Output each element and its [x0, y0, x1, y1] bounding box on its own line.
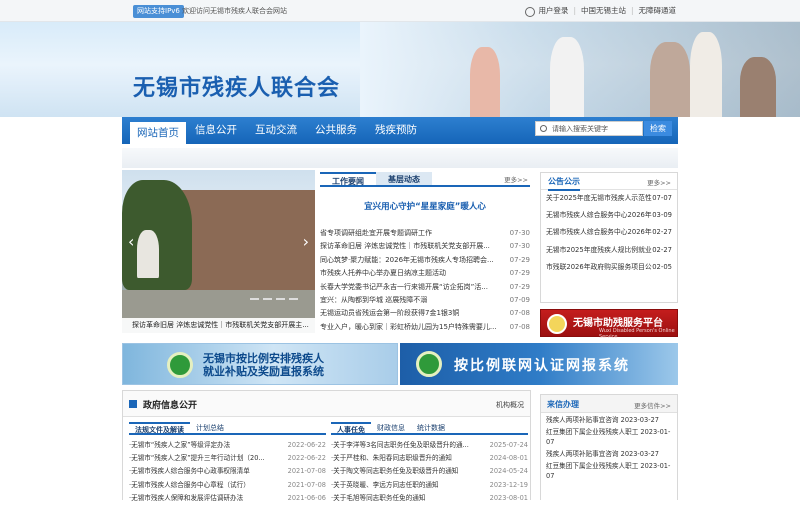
service-platform-title: 无锡市助残服务平台 — [573, 318, 663, 329]
notice-panel: 公告公示 更多>> 关于2025年度无锡市残疾人示范性 07-07 无锡市残疾人综… — [540, 172, 678, 303]
top-links: 用户登录 | 中国无锡主站 | 无障碍通道 — [525, 4, 676, 18]
list-item[interactable]: ·关于毛旭等同志职务任免的通知 2023-08-01 — [331, 492, 528, 505]
top-bar: 网站支持IPv6 欢迎访问无锡市残疾人联合会网站 用户登录 | 中国无锡主站 |… — [0, 0, 800, 22]
list-item[interactable]: ·无锡市“残疾人之家”等级评定办法 2022-06-22 — [129, 439, 326, 452]
list-item[interactable]: 无锡运动员省残运会第一阶段获得7金1银3铜 07-08 — [320, 307, 530, 320]
header-banner: 无锡市残疾人联合会 — [0, 22, 800, 117]
gov-left-column: 法规文件及解读 计划总结 ·无锡市“残疾人之家”等级评定办法 2022-06-22… — [129, 422, 326, 505]
list-item[interactable]: 残疾人两项补贴事宜咨询 2023-03-27 — [541, 447, 677, 459]
gov-info-header: 政府信息公开 机构概况 — [123, 391, 530, 417]
search-placeholder: 请输入搜索关键字 — [552, 124, 608, 133]
letters-header: 来信办理 更多信件>> — [541, 395, 677, 413]
list-item[interactable]: ·无锡市残疾人综合服务中心政事权限清单 2021-07-08 — [129, 465, 326, 478]
slide-photo-statue — [137, 230, 159, 278]
gov-left-tabs: 法规文件及解读 计划总结 — [129, 422, 326, 435]
header-photo — [360, 22, 800, 117]
service-platform-subtitle: Wuxi Disabled Person's Online Service — [599, 328, 675, 340]
list-item[interactable]: 无锡市2025年度残疾人规比例就业 02-27 — [541, 242, 677, 259]
next-arrow-icon[interactable]: › — [303, 232, 309, 251]
nav-info-disclosure[interactable]: 信息公开 — [186, 117, 246, 144]
slider-dots[interactable] — [250, 298, 298, 300]
list-item[interactable]: ·关于严桂和、朱阳春同志职级晋升的通知 2024-08-01 — [331, 452, 528, 465]
tab-regulations[interactable]: 法规文件及解读 — [129, 422, 190, 434]
site-logo[interactable]: 无锡市残疾人联合会 — [133, 70, 340, 102]
nav-interaction[interactable]: 互动交流 — [246, 117, 306, 144]
list-item[interactable]: 无锡市残疾人综合服务中心2026年 03-09 — [541, 207, 677, 224]
news-headline[interactable]: 宜兴用心守护“星星家庭”暖人心 — [320, 200, 530, 212]
list-item[interactable]: 无锡市残疾人综合服务中心2026年 02-27 — [541, 224, 677, 241]
service-platform-banner[interactable]: 无锡市助残服务平台 Wuxi Disabled Person's Online … — [540, 309, 678, 340]
photo-slider[interactable]: ‹ › 探访革命旧居 淬炼忠诚党性｜市残联机关党支部开展主... — [122, 170, 315, 333]
employment-subsidy-banner[interactable]: 无锡市按比例安排残疾人 就业补贴及奖励直报系统 — [122, 343, 398, 385]
slide-photo-ground — [122, 290, 315, 320]
accessibility-link[interactable]: 无障碍通道 — [639, 4, 677, 18]
list-item[interactable]: ·关于陶文等同志职务任免及职级晋升的通知 2024-05-24 — [331, 465, 528, 478]
list-item[interactable]: ·关于李洋等3名同志职务任免及职级晋升的通... 2025-07-24 — [331, 439, 528, 452]
ipv6-badge: 网站支持IPv6 — [133, 5, 184, 18]
news-more-link[interactable]: 更多>> — [504, 174, 528, 184]
list-item[interactable]: ·无锡市残疾人综合服务中心章程（试行） 2021-07-08 — [129, 479, 326, 492]
prev-arrow-icon[interactable]: ‹ — [128, 232, 134, 251]
gov-info-title[interactable]: 政府信息公开 — [143, 398, 197, 411]
gov-right-column: 人事任免 财政信息 统计数据 ·关于李洋等3名同志职务任免及职级晋升的通... 2… — [331, 422, 528, 505]
search-icon — [540, 125, 547, 132]
tab-work-news[interactable]: 工作要闻 — [320, 172, 376, 186]
list-item[interactable]: 残疾人两项补贴事宜咨询 2023-03-27 — [541, 413, 677, 425]
certification-banner[interactable]: 按比例联网认证网报系统 — [400, 343, 678, 385]
emblem-icon — [547, 314, 567, 334]
news-list: 省专项调研组赴宜开展专题调研工作 07-30 探访革命旧居 淬炼忠诚党性｜市残联机… — [320, 227, 530, 334]
tab-personnel[interactable]: 人事任免 — [331, 422, 371, 434]
notice-header: 公告公示 更多>> — [541, 173, 677, 191]
list-item[interactable]: 市残联2026年政府购买服务项目公 02-05 — [541, 259, 677, 276]
slide-caption[interactable]: 探访革命旧居 淬炼忠诚党性｜市残联机关党支部开展主... — [122, 318, 315, 333]
banner-text: 无锡市按比例安排残疾人 就业补贴及奖励直报系统 — [203, 352, 324, 378]
gov-info-panel: 政府信息公开 机构概况 法规文件及解读 计划总结 ·无锡市“残疾人之家”等级评定… — [122, 390, 531, 502]
list-item[interactable]: ·无锡市“残疾人之家”提升三年行动计划（20... 2022-06-22 — [129, 452, 326, 465]
list-item[interactable]: 同心筑梦·聚力赋能：2026年无锡市残疾人专场招聘会... 07-29 — [320, 254, 530, 267]
search-input[interactable]: 请输入搜索关键字 — [535, 121, 643, 136]
nav-public-service[interactable]: 公共服务 — [306, 117, 366, 144]
list-item[interactable]: 市残疾人托养中心举办夏日纳凉主题活动 07-29 — [320, 267, 530, 280]
tab-local-news[interactable]: 基层动态 — [376, 172, 432, 185]
news-panel: 工作要闻 基层动态 更多>> 宜兴用心守护“星星家庭”暖人心 省专项调研组赴宜开… — [320, 172, 530, 335]
square-icon — [129, 400, 137, 408]
news-tabs: 工作要闻 基层动态 更多>> — [320, 172, 530, 187]
login-link[interactable]: 用户登录 — [538, 4, 568, 18]
banner-text: 按比例联网认证网报系统 — [454, 358, 630, 374]
list-item[interactable]: 专业入户，暖心到家｜彩虹桥幼儿园为15户特殊需要儿... 07-08 — [320, 321, 530, 334]
list-item[interactable]: 红豆集团下属企业残残疾人职工 2023-01-07 — [541, 425, 677, 447]
list-item[interactable]: 关于2025年度无锡市残疾人示范性 07-07 — [541, 190, 677, 207]
separator: | — [573, 6, 576, 15]
tab-plans[interactable]: 计划总结 — [190, 422, 230, 433]
decor-strip — [122, 148, 678, 168]
list-item[interactable]: 探访革命旧居 淬炼忠诚党性｜市残联机关党支部开展... 07-30 — [320, 240, 530, 253]
letters-panel: 来信办理 更多信件>> 残疾人两项补贴事宜咨询 2023-03-27 红豆集团下… — [540, 394, 678, 500]
notice-more-link[interactable]: 更多>> — [647, 177, 671, 187]
welcome-text: 欢迎访问无锡市残疾人联合会网站 — [182, 7, 287, 15]
list-item[interactable]: 省专项调研组赴宜开展专题调研工作 07-30 — [320, 227, 530, 240]
main-site-link[interactable]: 中国无锡主站 — [581, 4, 626, 18]
slide-photo-building — [182, 190, 315, 300]
tab-finance[interactable]: 财政信息 — [371, 422, 411, 433]
letters-more-link[interactable]: 更多信件>> — [634, 400, 671, 410]
gov-right-tabs: 人事任免 财政信息 统计数据 — [331, 422, 528, 435]
letters-title[interactable]: 来信办理 — [547, 399, 579, 410]
nav-disability-prevention[interactable]: 残疾预防 — [366, 117, 426, 144]
tab-statistics[interactable]: 统计数据 — [411, 422, 451, 433]
list-item[interactable]: 长春大学党委书记严永吉一行来锡开展“访企拓岗”活... 07-29 — [320, 281, 530, 294]
org-overview-link[interactable]: 机构概况 — [496, 400, 524, 410]
emblem-icon — [416, 351, 442, 377]
list-item[interactable]: 宜兴：从陶都到华城 巡展残障不溺 07-09 — [320, 294, 530, 307]
separator: | — [630, 6, 634, 15]
search-button[interactable]: 检索 — [644, 121, 672, 136]
list-item[interactable]: 红豆集团下属企业残残疾人职工 2023-01-07 — [541, 459, 677, 481]
user-icon — [525, 7, 536, 17]
notice-title[interactable]: 公告公示 — [548, 176, 580, 191]
nav-home[interactable]: 网站首页 — [130, 122, 186, 144]
emblem-icon — [167, 352, 193, 378]
list-item[interactable]: ·关于英晓暖、李远方同志任职的通知 2023-12-19 — [331, 479, 528, 492]
list-item[interactable]: ·无锡市残疾人保障和发展评估调研办法 2021-06-06 — [129, 492, 326, 505]
